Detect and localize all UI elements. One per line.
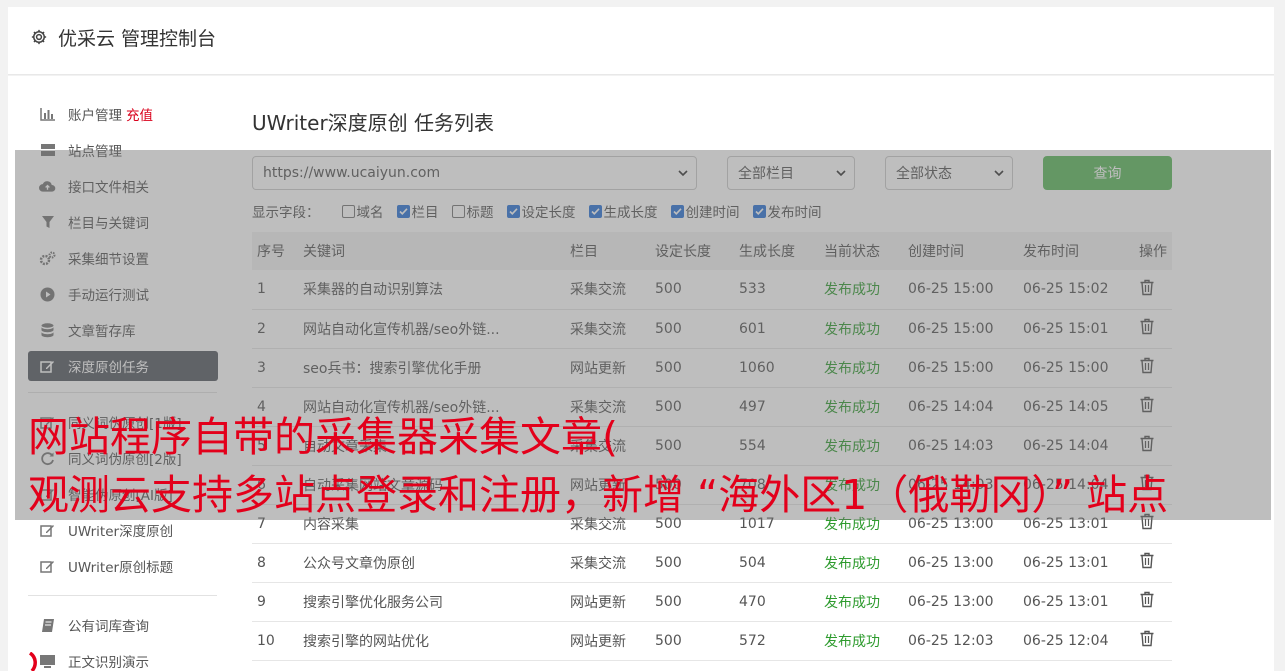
row-column: 网站更新 [565, 582, 650, 622]
row-actions [1134, 543, 1172, 583]
overlay-caption-line2: 观测云支持多站点登录和注册，新增 “海外区1（俄勒冈）” 站点 [28, 471, 1169, 519]
sidebar-item-account[interactable]: 账户管理 充值 [28, 96, 218, 132]
overlay-caption-line1: 网站程序自带的采集器采集文章( [28, 413, 618, 461]
sidebar-item-label: 正文识别演示 [68, 655, 149, 671]
row-publish-time: 06-25 12:04 [1018, 621, 1134, 661]
row-column: 采集交流 [565, 543, 650, 583]
row-create-time: 06-25 12:03 [903, 621, 1018, 661]
row-publish-time: 06-25 13:01 [1018, 543, 1134, 583]
sidebar-item-label: UWriter原创标题 [68, 560, 174, 576]
table-row: 8 公众号文章伪原创 采集交流 500 504 发布成功 06-25 13:00 06-25 … [252, 543, 1172, 583]
row-status: 发布成功 [819, 582, 903, 622]
book-icon [39, 617, 56, 634]
row-status: 发布成功 [819, 543, 903, 583]
row-gen-length: 572 [734, 621, 819, 661]
edit-icon [39, 522, 56, 539]
sidebar-item-label: 账户管理 [68, 108, 122, 124]
sidebar-item-uwriter-title[interactable]: UWriter原创标题 [28, 548, 218, 584]
screenshot-overlay [15, 150, 1271, 520]
sidebar-divider [28, 595, 217, 596]
row-actions [1134, 621, 1172, 661]
row-index: 10 [252, 621, 298, 661]
row-index: 8 [252, 543, 298, 583]
row-publish-time: 06-25 13:01 [1018, 582, 1134, 622]
red-bracket-mark [28, 652, 37, 671]
trash-icon[interactable] [1139, 591, 1155, 608]
row-gen-length: 504 [734, 543, 819, 583]
row-column: 网站更新 [565, 621, 650, 661]
sidebar-item-text-recognition-demo[interactable]: 正文识别演示 [28, 643, 218, 671]
row-gen-length: 470 [734, 582, 819, 622]
edit-icon [39, 558, 56, 575]
sidebar-item-label: 公有词库查询 [68, 619, 149, 635]
row-index: 9 [252, 582, 298, 622]
console-title: 优采云 管理控制台 [58, 28, 217, 50]
recharge-link[interactable]: 充值 [126, 104, 153, 124]
row-keyword: 公众号文章伪原创 [298, 543, 565, 583]
gear-icon [31, 29, 47, 45]
row-keyword: 搜索引擎优化服务公司 [298, 582, 565, 622]
row-create-time: 06-25 13:00 [903, 543, 1018, 583]
page-title: UWriter深度原创 任务列表 [252, 111, 495, 135]
trash-icon[interactable] [1139, 630, 1155, 647]
row-actions [1134, 582, 1172, 622]
row-create-time: 06-25 13:00 [903, 582, 1018, 622]
row-set-length: 500 [650, 582, 734, 622]
sidebar-item-label: UWriter深度原创 [68, 524, 174, 540]
row-keyword: 搜索引擎的网站优化 [298, 621, 565, 661]
table-row: 9 搜索引擎优化服务公司 网站更新 500 470 发布成功 06-25 13:00 06-2… [252, 582, 1172, 622]
row-status: 发布成功 [819, 621, 903, 661]
top-header: 优采云 管理控制台 [8, 7, 1274, 75]
table-row: 10 搜索引擎的网站优化 网站更新 500 572 发布成功 06-25 12:03 06-2… [252, 621, 1172, 661]
row-set-length: 500 [650, 621, 734, 661]
trash-icon[interactable] [1139, 552, 1155, 569]
bar-chart-icon [39, 106, 56, 123]
row-set-length: 500 [650, 543, 734, 583]
sidebar-item-public-lexicon[interactable]: 公有词库查询 [28, 607, 218, 643]
